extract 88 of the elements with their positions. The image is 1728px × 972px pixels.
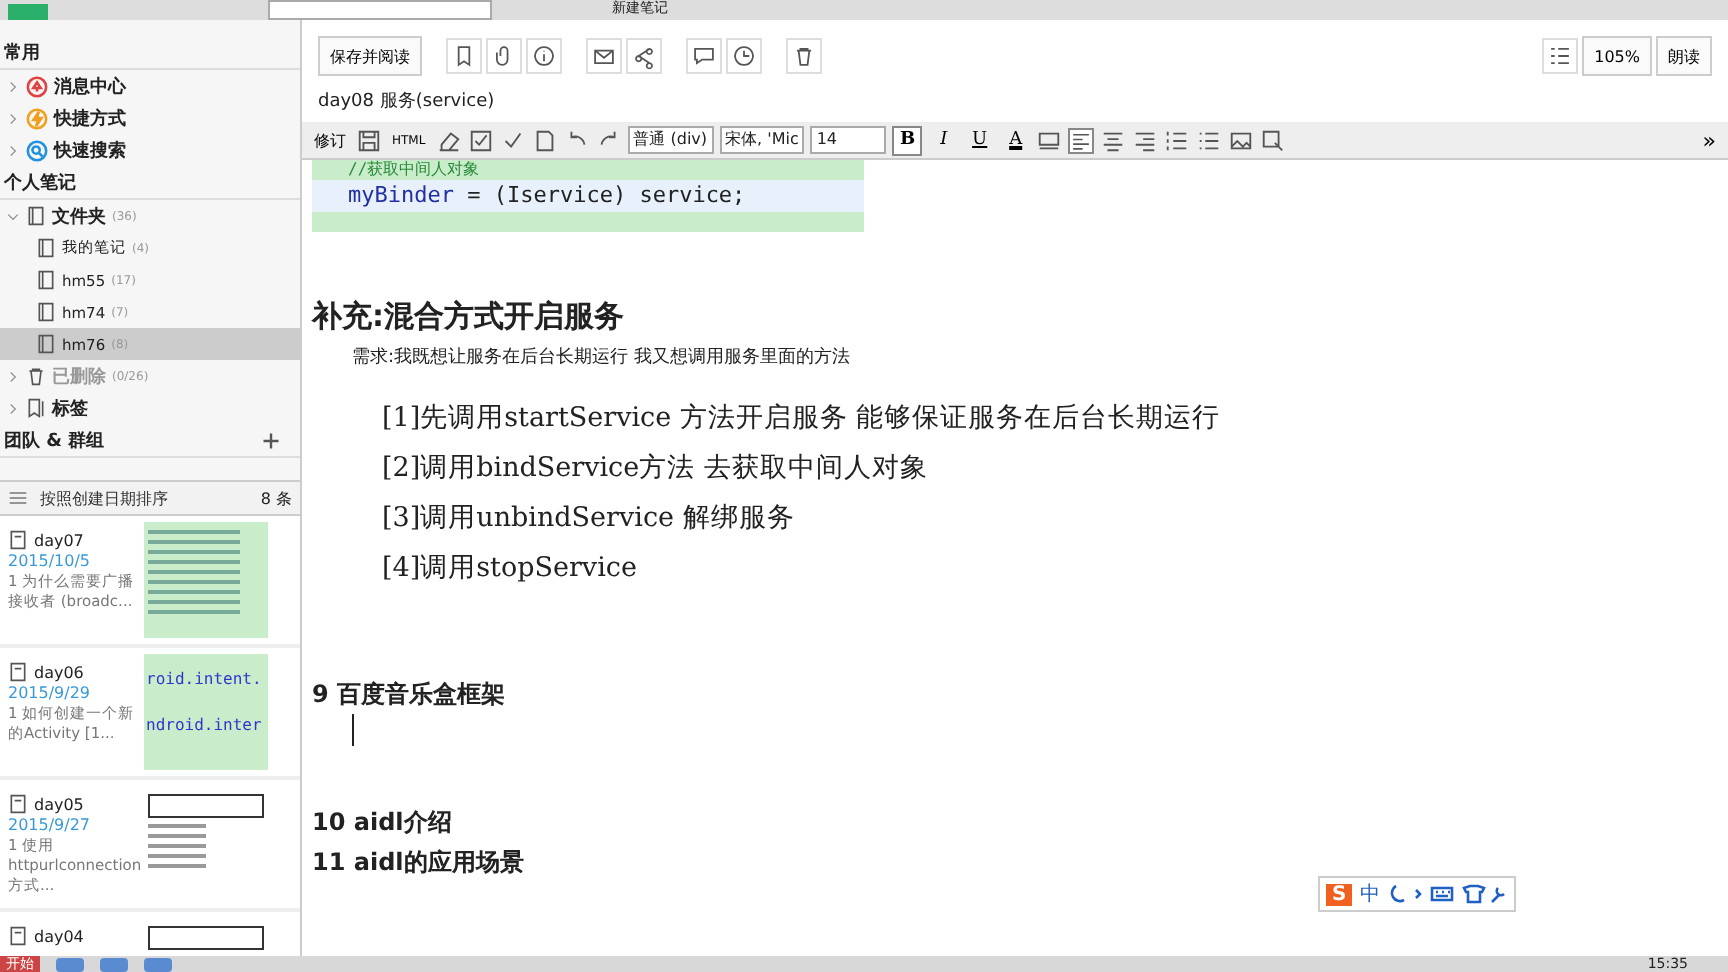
trash-icon	[26, 366, 46, 386]
checkmark-icon[interactable]	[499, 127, 526, 153]
zoom-button[interactable]: 105%	[1582, 36, 1652, 76]
bold-button[interactable]: B	[892, 125, 923, 155]
sidebar-item[interactable]: 快捷方式	[0, 102, 300, 134]
note-date: 2015/10/5	[8, 552, 93, 570]
comment-icon[interactable]	[686, 38, 722, 74]
tag-icon	[26, 398, 46, 418]
color-button[interactable]: A	[1000, 125, 1031, 155]
image-icon[interactable]	[1228, 127, 1255, 153]
more-button[interactable]: »	[1698, 127, 1720, 153]
checkbox-icon[interactable]	[467, 127, 494, 153]
section-title: 个人笔记	[4, 171, 76, 195]
note-thumbnail	[144, 522, 268, 638]
folder-item[interactable]: 标签	[0, 392, 300, 424]
italic-button[interactable]: I	[928, 125, 959, 155]
sort-dropdown[interactable]: 按照创建日期排序	[40, 487, 168, 509]
notebook-icon	[36, 270, 56, 290]
notebook-icon	[26, 206, 46, 226]
note-icon	[8, 794, 28, 814]
section-title: 常用	[4, 40, 40, 65]
style-dropdown[interactable]: 普通 (div)	[627, 126, 714, 154]
bullet-list-icon[interactable]	[1196, 127, 1223, 153]
align-center-icon[interactable]	[1100, 127, 1127, 153]
numbered-list-icon[interactable]	[1164, 127, 1191, 153]
menu-icon[interactable]	[8, 488, 28, 508]
note-title: day06	[34, 663, 84, 681]
ime-mode[interactable]: 中	[1360, 880, 1381, 908]
search-field[interactable]	[268, 0, 492, 20]
code-comment: //获取中间人对象	[348, 160, 482, 180]
note-title: day04	[34, 927, 84, 945]
trash-icon[interactable]	[786, 38, 822, 74]
revise-button[interactable]: 修订	[310, 129, 350, 151]
list-item: [1]先调用startService 方法开启服务 能够保证服务在后台长期运行	[382, 400, 1223, 438]
underline-button[interactable]: U	[964, 125, 995, 155]
note-thumbnail: roid.intent. ndroid.inter	[144, 654, 268, 770]
notebook-icon	[36, 238, 56, 258]
share-icon[interactable]	[626, 38, 662, 74]
ime-logo: S	[1326, 883, 1353, 905]
envelope-icon[interactable]	[586, 38, 622, 74]
list-item: [3]调用unbindService 解绑服务	[382, 500, 797, 538]
note-title-field[interactable]: day08 服务(service)	[302, 78, 1728, 122]
size-dropdown[interactable]: 14	[810, 126, 887, 154]
chevron-icon	[6, 79, 20, 93]
sidebar-item[interactable]: 快速搜索	[0, 134, 300, 166]
chevron-icon[interactable]	[6, 369, 20, 383]
font-dropdown[interactable]: 宋体, 'Mic	[719, 126, 805, 154]
section-heading: 补充:混合方式开启服务	[312, 298, 626, 336]
screenshot-icon[interactable]	[1260, 127, 1287, 153]
chevron-icon[interactable]	[6, 401, 20, 415]
note-title: day07	[34, 531, 84, 549]
read-aloud-button[interactable]: 朗读	[1656, 36, 1712, 76]
bookmark-icon[interactable]	[446, 38, 482, 74]
note-count: 8 条	[260, 487, 292, 509]
section-title: 团队 & 群组	[4, 429, 105, 453]
note-icon	[8, 662, 28, 682]
chevron-icon	[6, 111, 20, 125]
list-icon[interactable]	[1542, 38, 1579, 74]
note-title: day05	[34, 795, 84, 813]
align-left-icon[interactable]	[1068, 127, 1095, 153]
section-heading: 9 百度音乐盒框架	[312, 678, 508, 712]
clock-icon[interactable]	[726, 38, 762, 74]
app-logo-icon	[8, 4, 48, 20]
notebook-icon	[36, 334, 56, 354]
add-icon[interactable]	[262, 431, 280, 449]
list-item: [2]调用bindService方法 去获取中间人对象	[382, 450, 930, 488]
chevron-icon	[6, 143, 20, 157]
note-icon	[8, 926, 28, 946]
paragraph: 需求:我既想让服务在后台长期运行 我又想调用服务里面的方法	[350, 345, 852, 370]
note-date: 2015/9/27	[8, 816, 93, 834]
note-icon	[8, 530, 28, 550]
paperclip-icon[interactable]	[486, 38, 522, 74]
align-right-icon[interactable]	[1132, 127, 1159, 153]
note-date: 2015/9/29	[8, 684, 93, 702]
save-and-read-button[interactable]: 保存并阅读	[318, 36, 422, 76]
section-heading: 10 aidl介绍	[312, 806, 454, 840]
notebook-icon	[36, 302, 56, 322]
info-icon[interactable]	[526, 38, 562, 74]
list-item: [4]调用stopService	[382, 550, 639, 588]
save-icon[interactable]	[356, 127, 382, 153]
ime-tools-drawing	[1388, 882, 1509, 906]
note-card[interactable]: day04	[0, 912, 300, 956]
chevron-icon[interactable]	[6, 209, 20, 223]
eraser-icon[interactable]	[435, 127, 462, 153]
highlight-icon[interactable]	[1036, 127, 1063, 153]
section-heading: 11 aidl的应用场景	[312, 846, 526, 880]
sidebar-item[interactable]: 消息中心	[0, 70, 300, 102]
page-icon[interactable]	[531, 127, 558, 153]
